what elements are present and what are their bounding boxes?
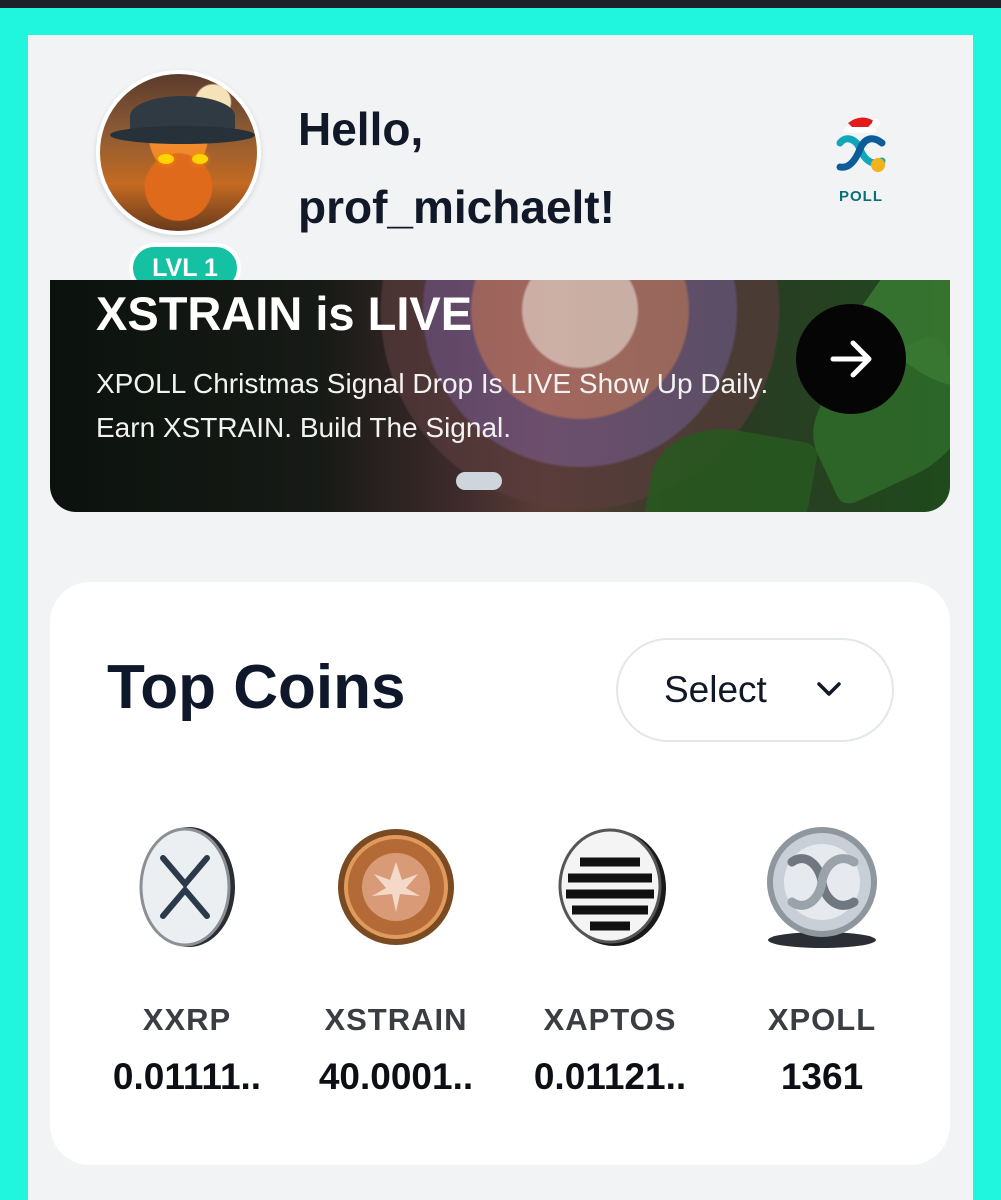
xpoll-logo[interactable]: POLL: [826, 113, 896, 205]
coin-item-xpoll[interactable]: XPOLL 1361: [732, 822, 912, 1098]
coin-item-xaptos[interactable]: XAPTOS 0.01121..: [520, 822, 700, 1098]
arrow-right-icon: [830, 340, 872, 378]
greeting: Hello, prof_michaelt!: [298, 90, 758, 246]
xpoll-coin-icon: [762, 822, 882, 952]
coin-value: 0.01121..: [533, 1056, 687, 1097]
chevron-down-icon: [817, 682, 841, 696]
xrp-coin-icon: [127, 822, 247, 952]
coin-value: 40.0001..: [318, 1056, 474, 1097]
avatar-eye: [192, 154, 208, 164]
promo-banner[interactable]: XSTRAIN is LIVE XPOLL Christmas Signal D…: [50, 280, 950, 512]
avatar-hat-brim: [110, 126, 255, 144]
xpoll-logo-text: POLL: [839, 188, 883, 205]
coin-name: XSTRAIN: [324, 1002, 468, 1037]
aptos-coin-icon: [550, 822, 670, 952]
greeting-username: prof_michaelt!: [298, 181, 615, 233]
xpoll-logo-icon: [836, 117, 886, 172]
top-coins-card: Top Coins Select XXRP 0.01111.. XSTRAIN …: [50, 582, 950, 1165]
coin-item-xstrain[interactable]: XSTRAIN 40.0001..: [306, 822, 486, 1098]
banner-description: XPOLL Christmas Signal Drop Is LIVE Show…: [96, 368, 769, 443]
banner-title: XSTRAIN is LIVE: [96, 287, 473, 340]
coin-name: XXRP: [142, 1002, 232, 1037]
select-label: Select: [664, 669, 767, 710]
avatar-eye: [158, 154, 174, 164]
coin-name: XPOLL: [767, 1002, 877, 1037]
app-screen: LVL 1 Hello, prof_michaelt! POLL XSTRAIN…: [28, 35, 973, 1200]
xstrain-coin-icon: [336, 822, 456, 952]
avatar: [96, 70, 261, 235]
banner-arrow-button[interactable]: [796, 304, 906, 414]
coin-select-dropdown[interactable]: Select: [616, 638, 894, 742]
top-coins-title: Top Coins: [107, 653, 406, 722]
coin-value: 1361: [780, 1056, 864, 1097]
coin-item-xxrp[interactable]: XXRP 0.01111..: [97, 822, 277, 1098]
coin-name: XAPTOS: [543, 1002, 677, 1037]
top-window-strip: [0, 0, 1001, 8]
carousel-indicator[interactable]: [456, 472, 502, 490]
coin-value: 0.01111..: [112, 1056, 262, 1097]
greeting-line-1: Hello,: [298, 103, 424, 155]
profile-avatar[interactable]: LVL 1: [96, 70, 261, 293]
